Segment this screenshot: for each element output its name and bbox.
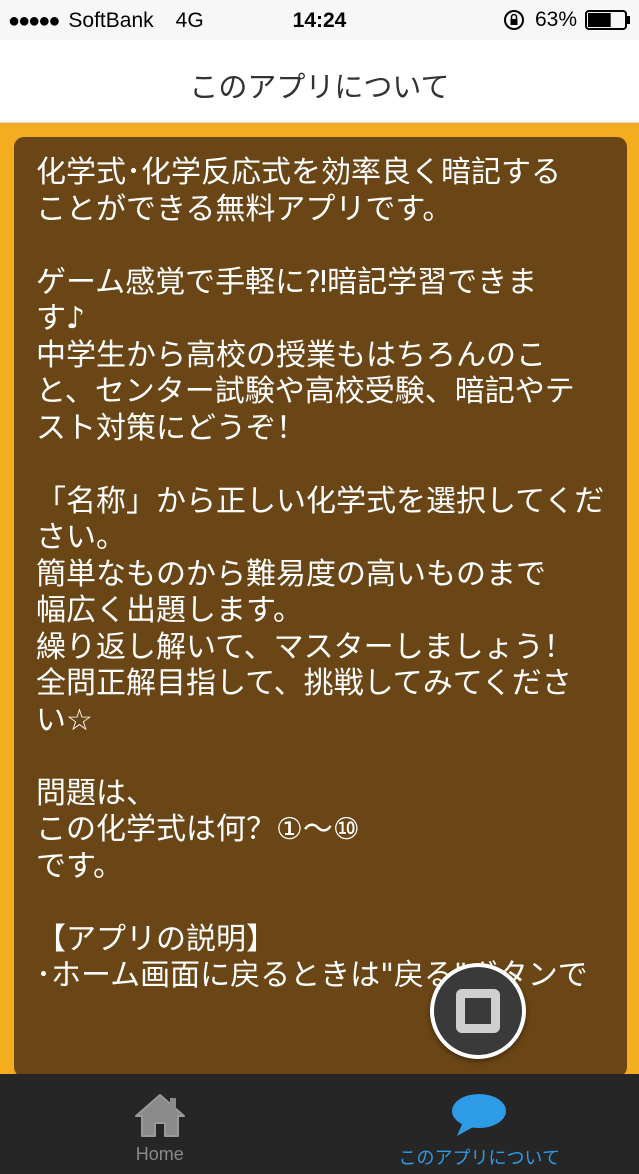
battery-icon — [585, 10, 630, 30]
description-paragraph: 化学式･化学反応式を効率良く暗記する ことができる無料アプリです。 — [36, 155, 561, 227]
tab-home-label: Home — [135, 1144, 184, 1164]
navigation-bar: このアプリについて — [0, 40, 639, 123]
stop-icon — [456, 989, 500, 1033]
instructions-paragraph: 「名称」から正しい化学式を選択してくだ さい。 簡単なものから難易度の高いものま… — [36, 483, 605, 738]
home-icon — [134, 1094, 185, 1137]
status-bar: ●●●●● SoftBank 4G 14:24 63% — [0, 0, 639, 40]
page-title: このアプリについて — [189, 70, 450, 104]
rotation-lock-icon — [503, 10, 524, 30]
speech-bubble-icon — [452, 1094, 507, 1136]
floating-stop-button[interactable] — [430, 963, 526, 1059]
status-right: 63% — [503, 8, 631, 32]
tab-about-label: このアプリについて — [398, 1148, 560, 1169]
tab-bar: Home このアプリについて — [0, 1074, 639, 1174]
tab-home[interactable]: Home — [0, 1074, 320, 1174]
about-text-panel[interactable]: 化学式･化学反応式を効率良く暗記する ことができる無料アプリです。 ゲーム感覚で… — [14, 137, 627, 1077]
app-explanation-paragraph: 【アプリの説明】 ･ホーム画面に戻るときは"戻る"ボタンで — [36, 921, 588, 994]
features-paragraph: ゲーム感覚で手軽に⁈暗記学習できま す♪ 中学生から高校の授業もはちろんのこ と… — [36, 264, 575, 446]
question-paragraph: 問題は、 この化学式は何？①〜⑩ です。 — [36, 775, 360, 884]
tab-about[interactable]: このアプリについて — [320, 1074, 639, 1174]
battery-percent: 63% — [534, 8, 577, 31]
